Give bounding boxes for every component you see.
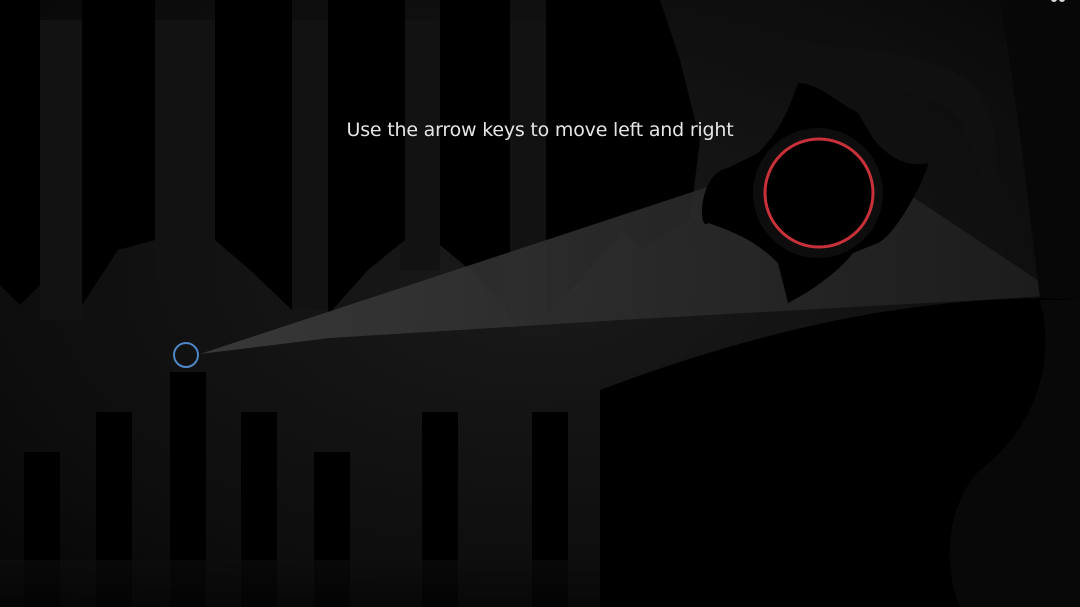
floor — [0, 560, 600, 607]
red-ring-icon — [763, 137, 875, 249]
pause-icon[interactable] — [1050, 0, 1066, 4]
game-stage[interactable]: Use the arrow keys to move left and righ… — [0, 0, 1080, 607]
game-scene — [0, 0, 1080, 607]
